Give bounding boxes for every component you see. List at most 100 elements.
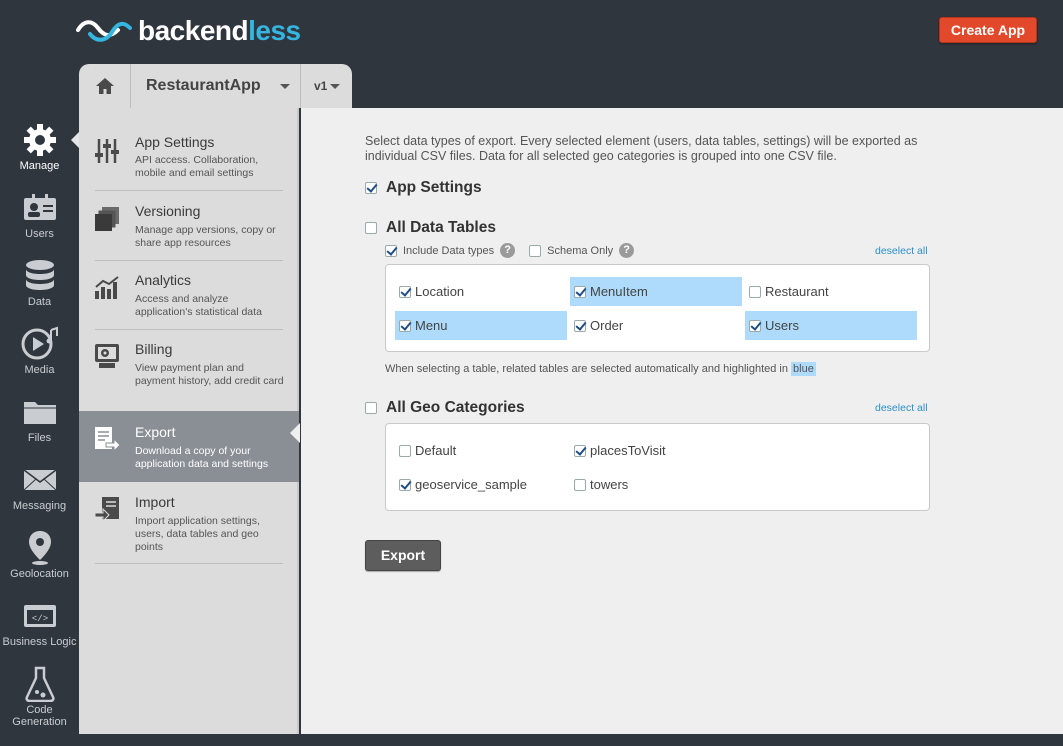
pin-icon [28, 531, 51, 565]
home-button[interactable] [79, 64, 131, 108]
home-icon [95, 78, 114, 94]
nav-label: Files [27, 432, 52, 444]
table-checkbox[interactable] [399, 285, 411, 298]
import-icon [94, 497, 119, 522]
geo-checkbox[interactable] [574, 478, 586, 491]
logo-wave-icon [76, 20, 132, 42]
sidebar-item-billing[interactable]: Billing View payment plan and payment hi… [79, 329, 299, 411]
geo-name: towers [590, 477, 629, 492]
app-bar: RestaurantApp v1 [79, 64, 352, 108]
all-data-tables-option[interactable]: All Data Tables [365, 219, 496, 237]
nav-files[interactable]: Files [0, 394, 79, 444]
geo-checkbox[interactable] [399, 478, 411, 491]
media-icon [21, 326, 58, 360]
sidebar-item-desc: Import application settings, users, data… [135, 515, 260, 553]
table-checkbox[interactable] [749, 319, 761, 332]
note-text: When selecting a table, related tables a… [385, 363, 788, 375]
table-checkbox[interactable] [399, 319, 411, 332]
table-checkbox[interactable] [574, 319, 586, 332]
app-settings-checkbox[interactable] [365, 182, 377, 194]
sidebar-item-desc: Access and analyze application's statist… [135, 293, 262, 318]
folder-icon [23, 402, 56, 424]
geo-name: Default [415, 443, 457, 458]
nav-manage[interactable]: Manage [0, 122, 79, 172]
bar-chart-icon [95, 276, 119, 299]
help-icon[interactable]: ? [500, 243, 516, 258]
all-geo-categories-label: All Geo Categories [386, 399, 525, 416]
geo-name: placesToVisit [590, 443, 666, 458]
nav-active-pointer [71, 132, 79, 148]
all-data-tables-checkbox[interactable] [365, 222, 377, 234]
deselect-all-geo-link[interactable]: deselect all [875, 402, 928, 414]
nav-label: Users [25, 228, 54, 240]
create-app-button[interactable]: Create App [939, 17, 1037, 43]
nav-messaging[interactable]: Messaging [0, 462, 79, 512]
version-selector[interactable]: v1 [301, 64, 352, 108]
sidebar-item-export[interactable]: Export Download a copy of your applicati… [79, 411, 299, 482]
nav-geolocation[interactable]: Geolocation [0, 530, 79, 580]
include-data-types-label: Include Data types [403, 244, 495, 257]
table-item-menu[interactable]: Menu [395, 311, 567, 340]
table-item-users[interactable]: Users [745, 311, 917, 340]
nav-business-logic[interactable]: </> Business Logic [0, 598, 79, 648]
table-item-restaurant[interactable]: Restaurant [745, 277, 917, 306]
sliders-icon [95, 139, 119, 163]
export-intro-text: Select data types of export. Every selec… [365, 134, 918, 163]
sidebar-item-analytics[interactable]: Analytics Access and analyze application… [79, 260, 299, 330]
backendless-logo[interactable]: backendless [76, 14, 301, 48]
main-nav: Manage Users Data Media Files Messaging … [0, 108, 79, 738]
layers-icon [95, 207, 119, 231]
svg-text:</>: </> [31, 614, 47, 624]
geo-item-geoservice-sample[interactable]: geoservice_sample [395, 470, 567, 499]
sidebar-item-title: Versioning [135, 203, 201, 219]
sidebar-item-desc: Manage app versions, copy or share app r… [135, 224, 276, 249]
sidebar-item-title: Import [135, 494, 175, 510]
nav-data[interactable]: Data [0, 258, 79, 308]
version-label: v1 [314, 79, 328, 93]
geo-checkbox[interactable] [399, 444, 411, 457]
nav-code-generation[interactable]: Code Generation [0, 666, 79, 728]
chevron-down-icon [330, 83, 341, 89]
deselect-all-tables-link[interactable]: deselect all [875, 245, 928, 257]
sidebar-item-versioning[interactable]: Versioning Manage app versions, copy or … [79, 191, 299, 261]
include-data-types-checkbox[interactable] [385, 244, 397, 257]
table-item-order[interactable]: Order [570, 311, 742, 340]
geo-categories-list: Default placesToVisit geoservice_sample … [385, 423, 930, 511]
sidebar-item-app-settings[interactable]: App Settings API access. Collaboration, … [79, 108, 299, 191]
app-selector[interactable]: RestaurantApp [131, 64, 301, 108]
all-geo-categories-checkbox[interactable] [365, 402, 377, 414]
export-panel: Select data types of export. Every selec… [301, 108, 1063, 734]
help-icon[interactable]: ? [619, 243, 635, 258]
table-name: Menu [415, 318, 448, 333]
geo-item-default[interactable]: Default [395, 436, 567, 465]
geo-item-towers[interactable]: towers [570, 470, 742, 499]
table-item-menuitem[interactable]: MenuItem [570, 277, 742, 306]
all-geo-categories-option[interactable]: All Geo Categories [365, 399, 525, 417]
nav-media[interactable]: Media [0, 326, 79, 376]
gear-icon [23, 124, 56, 156]
data-table-options: Include Data types ? Schema Only ? [385, 243, 635, 258]
sidebar-item-desc: API access. Collaboration, mobile and em… [135, 154, 259, 179]
nav-label: Code Generation [12, 704, 67, 728]
nav-users[interactable]: Users [0, 190, 79, 240]
export-button[interactable]: Export [365, 540, 441, 571]
sidebar-item-desc: View payment plan and payment history, a… [135, 362, 284, 387]
nav-label: Data [27, 296, 52, 308]
logo-text: backendless [138, 15, 301, 46]
table-checkbox[interactable] [574, 285, 586, 298]
geo-item-placestovisit[interactable]: placesToVisit [570, 436, 742, 465]
sidebar-item-import[interactable]: Import Import application settings, user… [79, 482, 299, 564]
sidebar-item-title: Billing [135, 341, 173, 357]
table-item-location[interactable]: Location [395, 277, 567, 306]
export-icon [95, 427, 120, 452]
nav-label: Manage [19, 160, 60, 172]
nav-label: Messaging [12, 500, 67, 512]
table-checkbox[interactable] [749, 285, 761, 298]
sidebar-item-title: Export [135, 424, 176, 440]
billing-icon [95, 344, 119, 368]
geo-checkbox[interactable] [574, 444, 586, 457]
app-settings-option[interactable]: App Settings [365, 179, 482, 197]
schema-only-checkbox[interactable] [529, 244, 542, 257]
table-name: Users [765, 318, 799, 333]
nav-label: Geolocation [10, 568, 69, 580]
